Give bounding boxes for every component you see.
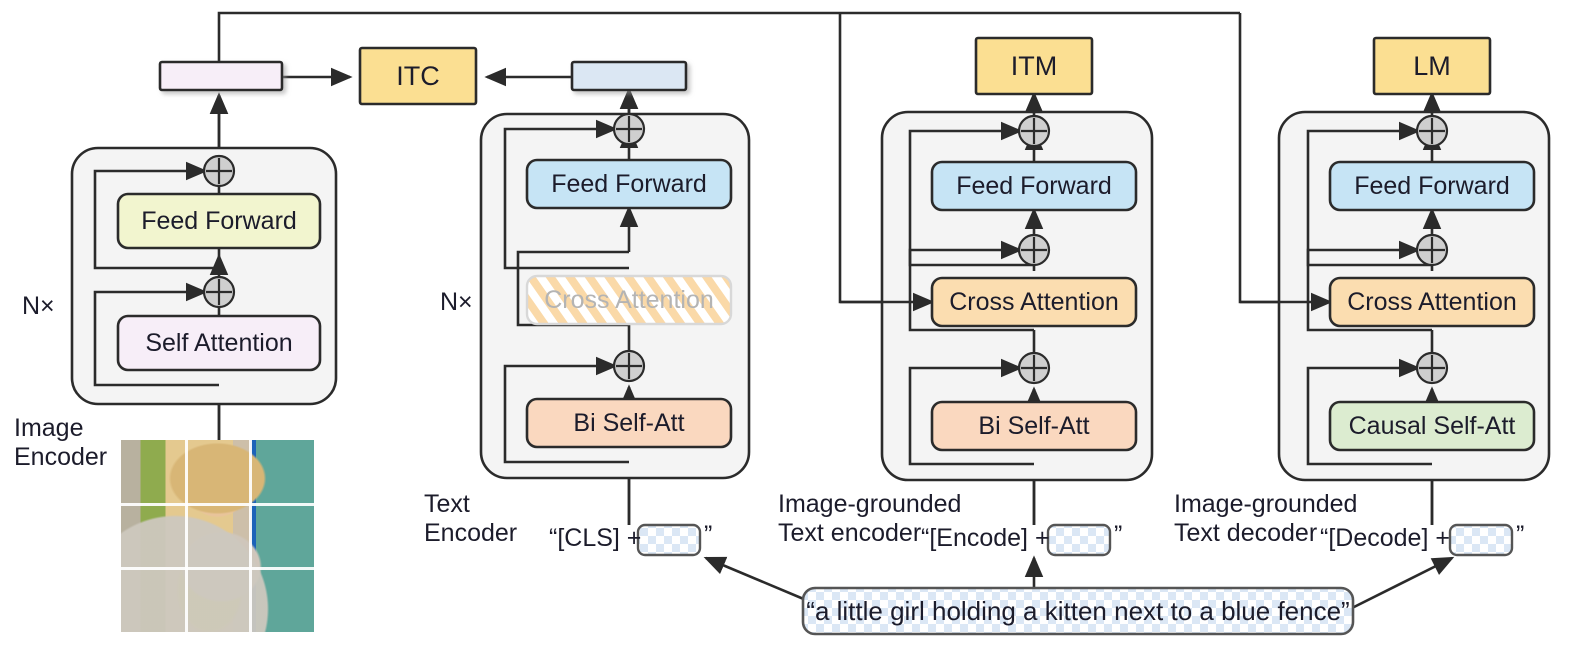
image-encoder-feed-forward-block	[116, 192, 322, 250]
residual-add-icon	[1415, 351, 1449, 385]
text-encoder-caption: Text Encoder	[424, 490, 518, 547]
cls-token-suffix: ”	[704, 521, 713, 549]
decode-token-suffix: ”	[1516, 521, 1525, 549]
image-encoder-caption: Image Encoder	[14, 414, 108, 471]
lm-cross-attention-block	[1328, 276, 1536, 328]
itm-feed-forward-block	[930, 160, 1138, 212]
encode-token-prefix: “[Encode] +	[921, 524, 1050, 552]
residual-add-icon	[1017, 114, 1051, 148]
itc-head-box	[358, 46, 478, 106]
encode-token-chip	[1046, 523, 1112, 557]
itm-head-box	[974, 36, 1094, 96]
image-feature-bar	[158, 60, 284, 92]
lm-head-box	[1372, 36, 1492, 96]
cls-token-chip	[636, 523, 702, 557]
patch-grid-line	[121, 503, 314, 506]
input-image	[121, 440, 314, 632]
text-encoder-repeat-label: N×	[440, 288, 473, 316]
residual-add-icon	[612, 112, 646, 146]
decode-token-prefix: “[Decode] +	[1320, 524, 1450, 552]
text-encoder-feed-forward-block	[525, 158, 733, 210]
text-encoder-bi-self-att-block	[525, 397, 733, 449]
text-encoder-cross-attention-block-disabled	[525, 274, 733, 326]
figure-canvas: Self Attention Feed Forward Bi Self-Att …	[0, 0, 1592, 658]
residual-add-icon	[1415, 114, 1449, 148]
caption-box	[801, 586, 1355, 636]
patch-grid-line	[185, 440, 188, 632]
itm-cross-attention-block	[930, 276, 1138, 328]
decode-token-chip	[1448, 523, 1514, 557]
image-encoder-self-attention-block	[116, 314, 322, 372]
itm-bi-self-att-block	[930, 400, 1138, 452]
lm-causal-self-att-block	[1328, 400, 1536, 452]
residual-add-icon	[1017, 233, 1051, 267]
residual-add-icon	[202, 275, 236, 309]
residual-add-icon	[612, 349, 646, 383]
cls-token-prefix: “[CLS] +	[549, 524, 642, 552]
lm-feed-forward-block	[1328, 160, 1536, 212]
residual-add-icon	[1415, 233, 1449, 267]
patch-grid-line	[249, 440, 252, 632]
encode-token-suffix: ”	[1114, 521, 1123, 549]
image-encoder-repeat-label: N×	[22, 292, 55, 320]
text-feature-bar	[570, 60, 688, 92]
residual-add-icon	[202, 154, 236, 188]
residual-add-icon	[1017, 351, 1051, 385]
patch-grid-line	[121, 567, 314, 570]
